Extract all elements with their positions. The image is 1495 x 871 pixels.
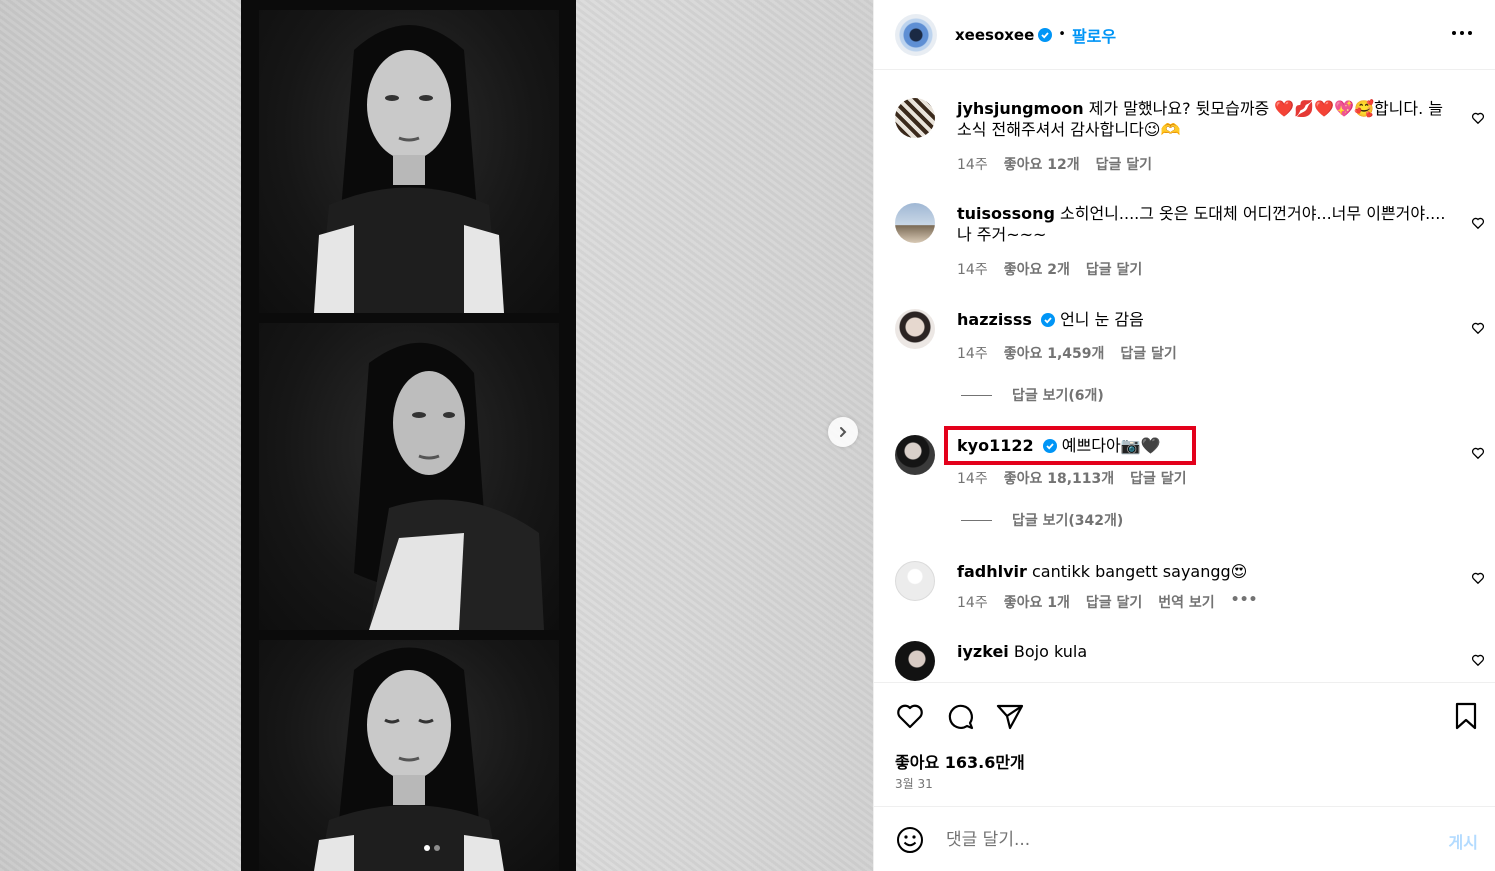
comment-text: cantikk bangett sayangg😍 [1031,562,1248,581]
comment-like-heart-icon[interactable] [1471,321,1485,335]
post-comment-button[interactable]: 게시 [1449,829,1478,853]
comment-meta: 14주 좋아요 1개 답글 달기 번역 보기 ••• [957,592,1258,612]
film-frame-2 [259,323,559,630]
author-username[interactable]: xeesoxee [955,26,1034,44]
comment-meta: 14주 좋아요 1,459개 답글 달기 [957,343,1177,363]
comment-input[interactable] [946,827,1406,853]
comment-username[interactable]: hazzisss [957,310,1032,329]
heart-icon[interactable] [895,701,925,731]
highlight-box [944,426,1196,465]
comment-username[interactable]: fadhlvir [957,562,1027,581]
post-header: xeesoxee • 팔로우 [874,0,1495,70]
comment-more-options[interactable]: ••• [1231,592,1258,612]
reply-button[interactable]: 답글 달기 [1086,259,1142,279]
post-actions: 좋아요 163.6만개 3월 31 [874,682,1495,806]
instagram-post-view: xeesoxee • 팔로우 jyhsjungmoon 제가 말했나요? 뒷모습… [0,0,1495,871]
comment-body: fadhlvir cantikk bangett sayangg😍 [957,561,1447,582]
portrait-photo-3 [314,647,504,871]
comment-username[interactable]: tuisossong [957,204,1055,223]
comment-meta: 14주 좋아요 2개 답글 달기 [957,259,1142,279]
comment-like-heart-icon[interactable] [1471,446,1485,460]
author-avatar[interactable] [895,13,937,56]
commenter-avatar[interactable] [895,435,935,475]
comments-list[interactable]: jyhsjungmoon 제가 말했나요? 뒷모습까증 ❤️💋❤️💖🥰합니다. … [874,71,1495,681]
comment-like-heart-icon[interactable] [1471,653,1485,667]
carousel-dot-active[interactable] [424,845,430,851]
carousel-dot[interactable] [434,845,440,851]
commenter-avatar[interactable] [895,309,935,349]
comment-username[interactable]: jyhsjungmoon [957,99,1084,118]
comment-likes[interactable]: 좋아요 2개 [1004,259,1070,279]
commenter-avatar[interactable] [895,98,935,138]
more-options-icon[interactable] [1450,21,1474,45]
comment-likes[interactable]: 좋아요 1,459개 [1004,343,1105,363]
chevron-right-icon [840,427,847,437]
comment-likes[interactable]: 좋아요 12개 [1004,154,1080,174]
verified-badge-icon [1038,27,1053,42]
bookmark-icon[interactable] [1451,701,1481,731]
comment-username[interactable]: iyzkei [957,642,1009,661]
comment-body: hazzisss 언니 눈 감음 [957,309,1447,330]
comment-time[interactable]: 14주 [957,468,988,488]
commenter-avatar[interactable] [895,203,935,243]
carousel-dots [424,845,440,851]
smile-icon[interactable] [895,825,925,855]
photo-film-strip [241,0,576,871]
comment-text: Bojo kula [1013,642,1088,661]
post-likes-count[interactable]: 좋아요 163.6만개 [895,749,1025,773]
header-separator: • [1058,27,1066,42]
add-comment-bar: 게시 [874,806,1495,871]
portrait-photo-1 [314,25,504,313]
comment-time[interactable]: 14주 [957,259,988,279]
comment-like-heart-icon[interactable] [1471,216,1485,230]
translate-button[interactable]: 번역 보기 [1158,592,1214,612]
comment-icon[interactable] [945,701,975,731]
reply-button[interactable]: 답글 달기 [1086,592,1142,612]
commenter-avatar[interactable] [895,561,935,601]
next-image-button[interactable] [828,417,858,447]
comment-like-heart-icon[interactable] [1471,111,1485,125]
send-icon[interactable] [995,701,1025,731]
comment-body: tuisossong 소히언니....그 옷은 도대체 어디껀거야...너무 이… [957,203,1447,245]
comment-time[interactable]: 14주 [957,343,988,363]
comment-time[interactable]: 14주 [957,592,988,612]
view-replies-button[interactable]: 답글 보기(342개) [961,510,1123,530]
comment-meta: 14주 좋아요 18,113개 답글 달기 [957,468,1187,488]
comment-like-heart-icon[interactable] [1471,571,1485,585]
comment-text: 언니 눈 감음 [1060,310,1144,329]
view-replies-button[interactable]: 답글 보기(6개) [961,385,1104,405]
comment-body: iyzkei Bojo kula [957,641,1447,662]
reply-button[interactable]: 답글 달기 [1096,154,1152,174]
portrait-photo-2 [354,342,544,630]
post-media[interactable] [0,0,873,871]
post-date[interactable]: 3월 31 [895,775,933,792]
verified-badge-icon [1040,313,1055,327]
film-frame-3 [259,640,559,871]
comment-likes[interactable]: 좋아요 18,113개 [1004,468,1114,488]
comment-time[interactable]: 14주 [957,154,988,174]
reply-button[interactable]: 답글 달기 [1120,343,1176,363]
commenter-avatar[interactable] [895,641,935,681]
film-frame-1 [259,10,559,313]
comment-body: jyhsjungmoon 제가 말했나요? 뒷모습까증 ❤️💋❤️💖🥰합니다. … [957,98,1447,140]
follow-button[interactable]: 팔로우 [1072,23,1116,47]
comment-meta: 14주 좋아요 12개 답글 달기 [957,154,1152,174]
reply-button[interactable]: 답글 달기 [1130,468,1186,488]
comment-likes[interactable]: 좋아요 1개 [1004,592,1070,612]
